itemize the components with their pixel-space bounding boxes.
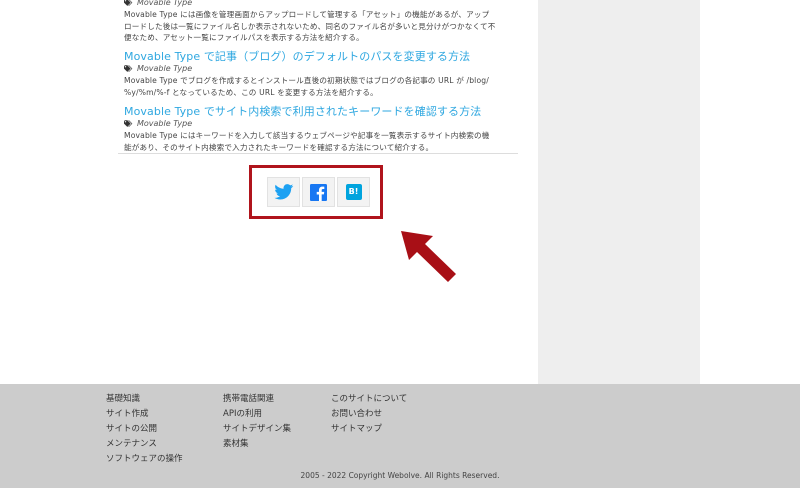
hatena-bookmark-share-button[interactable]: B!: [337, 177, 370, 207]
article-tag[interactable]: Movable Type: [124, 64, 524, 74]
tags-icon: [124, 0, 133, 6]
facebook-share-button[interactable]: [302, 177, 335, 207]
footer-link[interactable]: このサイトについて: [331, 392, 407, 407]
article-description: Movable Type でブログを作成するとインストール直後の初期状態ではブロ…: [124, 75, 524, 98]
article-description-line: ロードした後は一覧にファイル名しか表示されないため、同名のファイル名が多いと見分…: [124, 21, 496, 31]
article-item: Movable Type でサイト内検索で利用されたキーワードを確認する方法 M…: [124, 105, 524, 153]
article-item: Movable Type Movable Type には画像を管理画面からアップ…: [124, 0, 524, 44]
article-tag-label: Movable Type: [137, 119, 193, 128]
page: Movable Type Movable Type には画像を管理画面からアップ…: [0, 0, 800, 488]
article-tag[interactable]: Movable Type: [124, 0, 524, 8]
sidebar-panel: [538, 0, 700, 384]
article-tag-label: Movable Type: [137, 0, 193, 7]
copyright-text: 2005 - 2022 Copyright Webolve. All Right…: [300, 471, 500, 480]
article-description-line: Movable Type には画像を管理画面からアップロードして管理する「アセッ…: [124, 10, 490, 19]
footer-link[interactable]: メンテナンス: [106, 437, 183, 452]
footer-link[interactable]: 素材集: [223, 437, 291, 452]
footer-link[interactable]: お問い合わせ: [331, 407, 407, 422]
article-description-line: %y/%m/%-f となっているため、この URL を変更する方法を紹介する。: [124, 87, 378, 97]
footer-link[interactable]: APIの利用: [223, 407, 291, 422]
article-description: Movable Type にはキーワードを入力して該当するウェブページや記事を一…: [124, 130, 524, 153]
article-description-line: Movable Type でブログを作成するとインストール直後の初期状態ではブロ…: [124, 76, 489, 85]
article-tag[interactable]: Movable Type: [124, 119, 524, 129]
article-description: Movable Type には画像を管理画面からアップロードして管理する「アセッ…: [124, 9, 524, 44]
footer-link[interactable]: 基礎知識: [106, 392, 183, 407]
twitter-share-button[interactable]: [267, 177, 300, 207]
footer-nav-column: このサイトについて お問い合わせ サイトマップ: [331, 392, 407, 437]
facebook-icon: [310, 183, 327, 201]
footer-link[interactable]: 携帯電話関連: [223, 392, 291, 407]
tags-icon: [124, 120, 133, 127]
twitter-icon: [273, 184, 293, 200]
list-divider: [118, 153, 518, 154]
article-description-line: 便なため、アセット一覧にファイルパスを表示する方法を紹介する。: [124, 33, 364, 42]
footer-link[interactable]: サイト作成: [106, 407, 183, 422]
article-tag-label: Movable Type: [137, 64, 193, 73]
footer-nav-column: 基礎知識 サイト作成 サイトの公開 メンテナンス ソフトウェアの操作: [106, 392, 183, 467]
article-description-line: 能があり、そのサイト内検索で入力されたキーワードを確認する方法について紹介する。: [124, 142, 434, 152]
footer-link[interactable]: サイトマップ: [331, 422, 407, 437]
article-title-link[interactable]: Movable Type でサイト内検索で利用されたキーワードを確認する方法: [124, 105, 524, 118]
article-item: Movable Type で記事（ブログ）のデフォルトのパスを変更する方法 Mo…: [124, 50, 524, 98]
site-footer: 基礎知識 サイト作成 サイトの公開 メンテナンス ソフトウェアの操作 携帯電話関…: [0, 384, 800, 488]
article-title-link[interactable]: Movable Type で記事（ブログ）のデフォルトのパスを変更する方法: [124, 50, 524, 63]
footer-nav-column: 携帯電話関連 APIの利用 サイトデザイン集 素材集: [223, 392, 291, 452]
share-buttons: B!: [267, 177, 372, 207]
footer-link[interactable]: サイトデザイン集: [223, 422, 291, 437]
tags-icon: [124, 65, 133, 72]
hatena-bookmark-icon: B!: [345, 184, 362, 200]
annotation-arrow: [401, 231, 456, 282]
footer-link[interactable]: ソフトウェアの操作: [106, 452, 183, 467]
footer-link[interactable]: サイトの公開: [106, 422, 183, 437]
article-description-line: Movable Type にはキーワードを入力して該当するウェブページや記事を一…: [124, 131, 490, 140]
